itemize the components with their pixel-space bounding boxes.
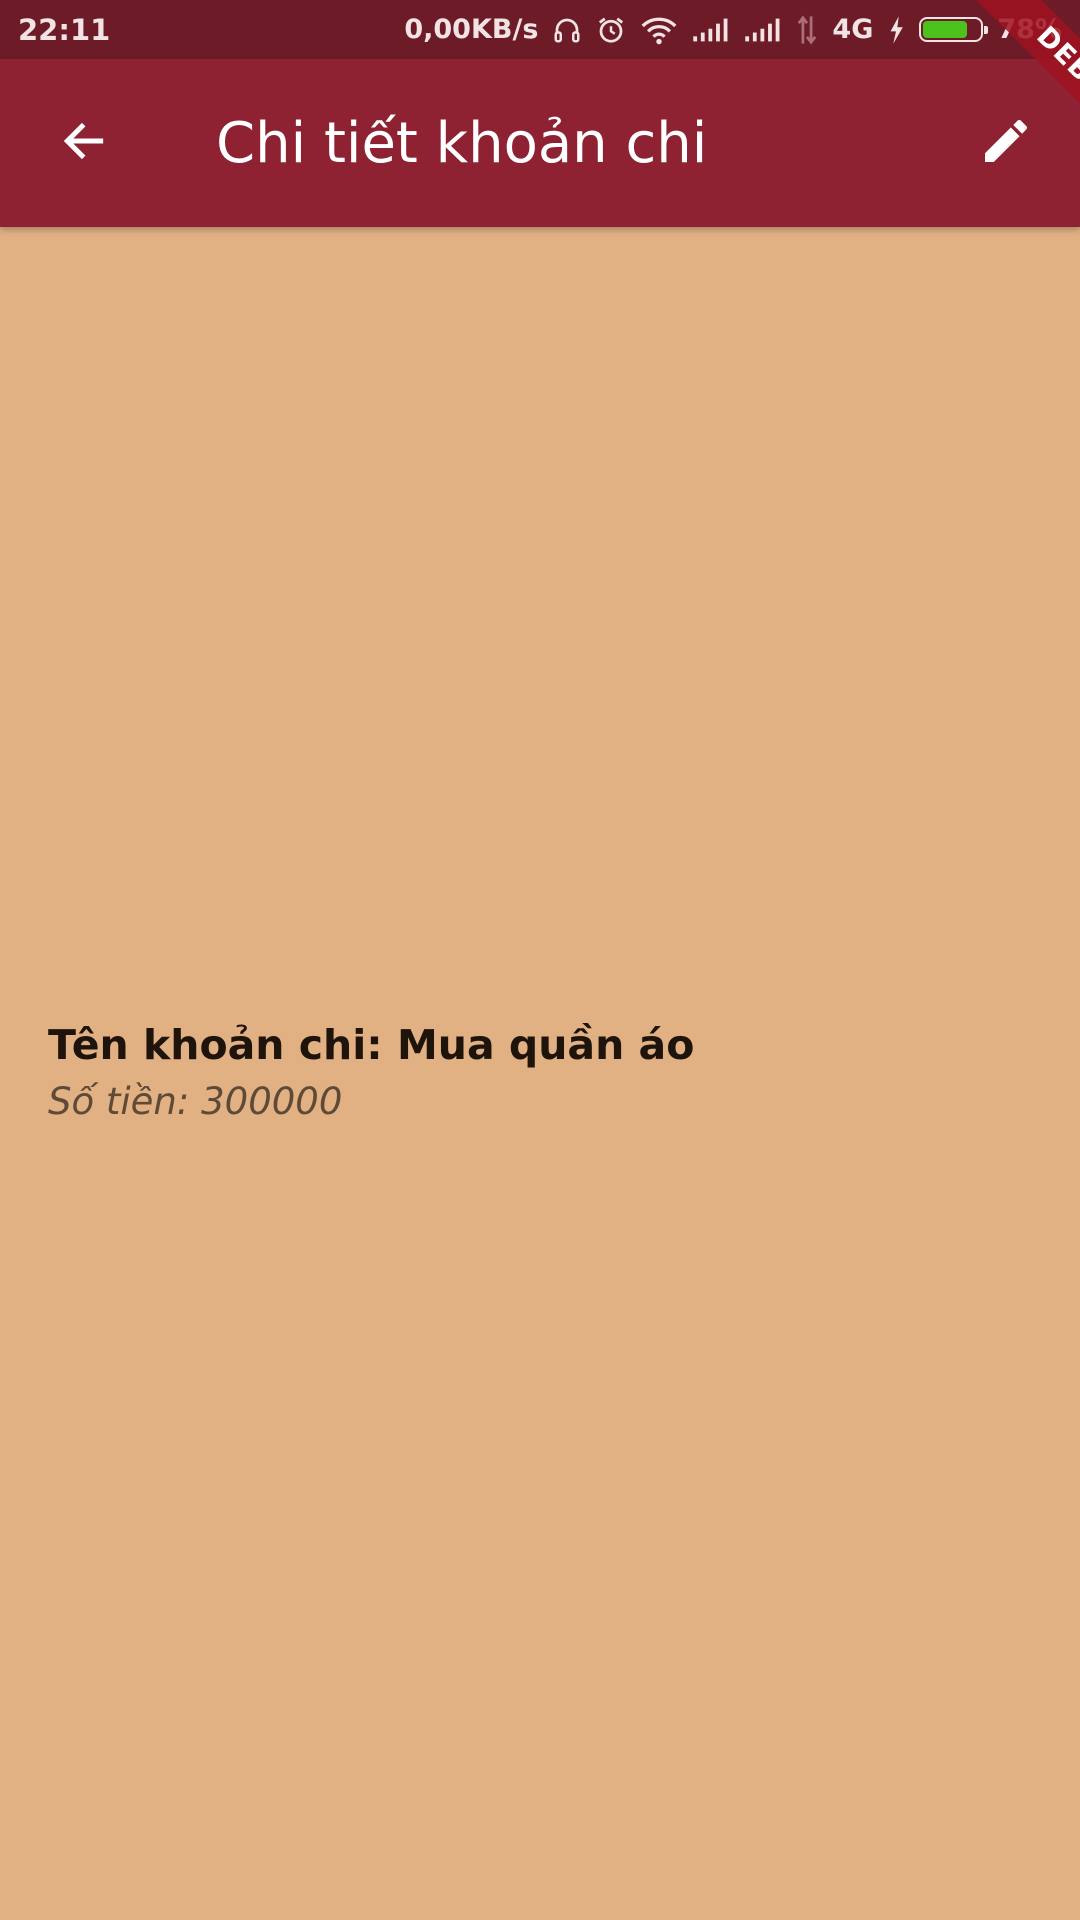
expense-name: Tên khoản chi: Mua quần áo <box>48 1021 695 1069</box>
headphones-icon <box>552 15 582 45</box>
alarm-icon <box>596 15 626 45</box>
battery-tip <box>984 26 989 34</box>
expense-detail: Tên khoản chi: Mua quần áo Số tiền: 3000… <box>48 1020 694 1124</box>
page-title: Chi tiết khoản chi <box>216 111 708 176</box>
app-bar: Chi tiết khoản chi <box>0 59 1080 227</box>
expense-amount: Số tiền: 300000 <box>48 1080 343 1123</box>
battery-level <box>923 21 968 38</box>
battery-percent: 78% <box>997 13 1062 45</box>
status-indicators: 0,00KB/s 4G 78% <box>404 0 1062 59</box>
edit-button[interactable] <box>964 107 1048 179</box>
signal-icon <box>744 17 782 43</box>
pencil-icon <box>978 113 1034 174</box>
network-speed: 0,00KB/s <box>404 13 539 45</box>
signal-icon <box>692 17 730 43</box>
wifi-icon <box>640 15 678 45</box>
status-bar: 22:11 0,00KB/s 4G 78% <box>0 0 1080 59</box>
battery-icon <box>919 17 989 42</box>
status-time: 22:11 <box>18 13 111 47</box>
network-type: 4G <box>832 13 874 45</box>
charging-icon <box>887 15 905 45</box>
back-button[interactable] <box>40 107 128 179</box>
arrow-back-icon <box>57 116 111 171</box>
data-arrows-icon <box>796 14 818 45</box>
